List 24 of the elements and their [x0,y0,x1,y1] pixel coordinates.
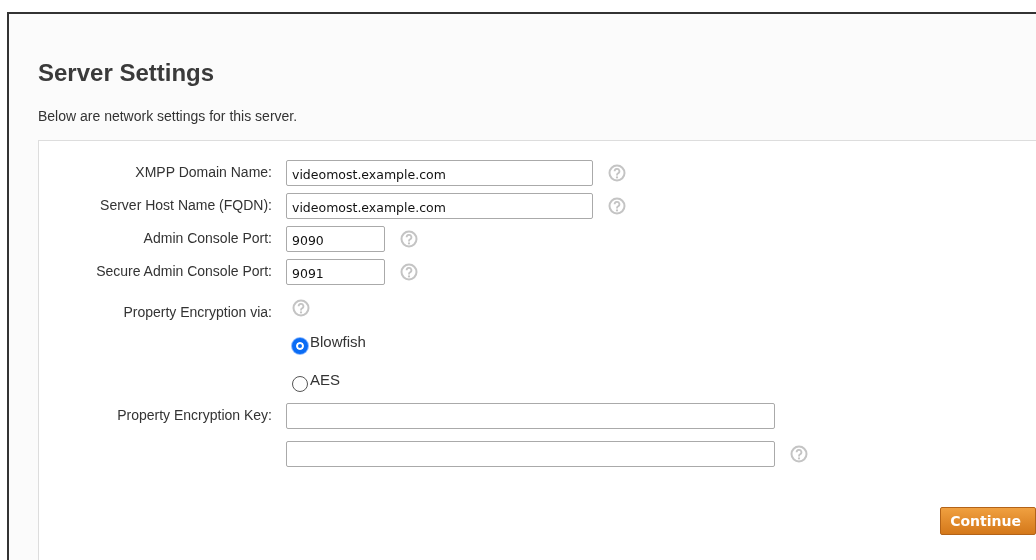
field-label: Secure Admin Console Port: [96,262,272,280]
text-field[interactable]: videomost.example.com [286,160,593,186]
text-field[interactable]: 9091 [286,259,385,285]
radio-button[interactable] [292,376,308,392]
field-label: Server Host Name (FQDN): [100,196,272,214]
help-icon[interactable] [608,197,626,215]
field-label: Property Encryption via: [123,303,272,321]
page-title: Server Settings [38,58,216,88]
text-field[interactable]: videomost.example.com [286,193,593,219]
field-label: Admin Console Port: [143,229,272,247]
text-field[interactable]: 9090 [286,226,385,252]
page-description: Below are network settings for this server. [38,107,299,125]
help-icon[interactable] [608,164,626,182]
option-label: Blowfish [310,332,366,352]
option-label: AES [310,370,340,390]
help-icon[interactable] [292,299,310,317]
field-label: Property Encryption Key: [117,406,272,424]
text-field[interactable] [286,441,775,467]
help-icon[interactable] [790,445,808,463]
help-icon[interactable] [400,230,418,248]
radio-button[interactable] [292,338,308,354]
field-label: XMPP Domain Name: [135,163,272,181]
help-icon[interactable] [400,263,418,281]
text-field[interactable] [286,403,775,429]
